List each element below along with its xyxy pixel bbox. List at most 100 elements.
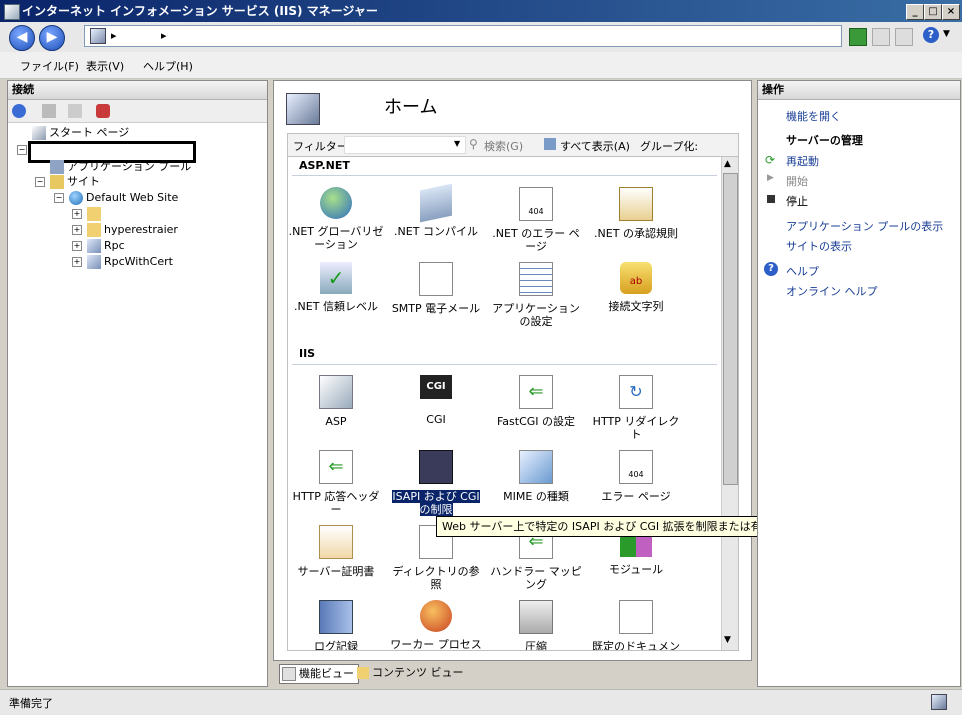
show-all-button[interactable]: すべて表示(A) bbox=[560, 138, 630, 154]
app-pool-icon bbox=[50, 160, 64, 174]
scroll-down-arrow[interactable]: ▼ bbox=[724, 635, 731, 645]
chevron-down-icon[interactable]: ▼ bbox=[943, 29, 950, 39]
scroll-up-arrow[interactable]: ▲ bbox=[724, 159, 731, 169]
connections-panel: 接続 スタート ページ − アプリケーション プール − サイト − Defau… bbox=[7, 80, 268, 687]
group-header-aspnet: ASP.NET bbox=[299, 159, 350, 172]
feature-fastcgi[interactable]: ⇐ FastCGI の設定 bbox=[488, 375, 584, 428]
address-segment-arrow[interactable]: ▸ bbox=[161, 29, 167, 42]
tree-rpc[interactable]: Rpc bbox=[87, 239, 125, 253]
worker-process-icon bbox=[420, 600, 452, 632]
lock-icon bbox=[619, 187, 653, 221]
tree-expander[interactable]: + bbox=[72, 225, 82, 235]
view-sites-link[interactable]: サイトの表示 bbox=[786, 238, 852, 254]
feature-asp[interactable]: ASP bbox=[288, 375, 384, 428]
page-title: ホーム bbox=[384, 97, 438, 118]
close-button[interactable]: × bbox=[942, 4, 960, 20]
feature-net-compilation[interactable]: .NET コンパイル bbox=[388, 183, 484, 238]
tree-start-page[interactable]: スタート ページ bbox=[32, 126, 129, 140]
address-bar[interactable]: ▸ ▸ bbox=[84, 25, 842, 47]
redirect-icon: ↻ bbox=[619, 375, 653, 409]
scroll-thumb[interactable] bbox=[723, 173, 738, 485]
feature-net-authorization[interactable]: .NET の承認規則 bbox=[588, 187, 684, 240]
tree-sites[interactable]: サイト bbox=[50, 175, 100, 189]
help-link[interactable]: ヘルプ bbox=[786, 263, 819, 279]
filter-input[interactable] bbox=[344, 136, 466, 154]
refresh-icon[interactable] bbox=[849, 28, 867, 46]
cgi-icon: CGI bbox=[420, 375, 452, 399]
application-icon bbox=[87, 239, 101, 253]
server-home-icon bbox=[286, 93, 320, 125]
tab-content-view[interactable]: コンテンツ ビュー bbox=[357, 664, 464, 682]
start-link: 開始 bbox=[786, 175, 808, 188]
compression-icon bbox=[519, 600, 553, 634]
help-icon[interactable]: ? bbox=[923, 27, 939, 43]
feature-net-globalization[interactable]: .NET グローバリゼーション bbox=[288, 187, 384, 251]
feature-isapi-cgi-restrictions[interactable]: ISAPI および CGI の制限 bbox=[388, 450, 484, 516]
actions-panel: 操作 機能を開く サーバーの管理 ⟳ 再起動 ▶ 開始 停止 アプリケーション … bbox=[757, 80, 961, 687]
tree-default-site[interactable]: Default Web Site bbox=[69, 191, 178, 205]
tree-child-folder[interactable] bbox=[87, 207, 104, 221]
tree-expander[interactable]: − bbox=[54, 193, 64, 203]
menu-file[interactable]: ファイル(F) bbox=[20, 58, 79, 74]
feature-http-response-headers[interactable]: ⇐ HTTP 応答ヘッダー bbox=[288, 450, 384, 516]
back-button[interactable]: ◀ bbox=[9, 25, 35, 51]
connect-icon[interactable] bbox=[12, 104, 26, 118]
tree-expander[interactable]: − bbox=[17, 145, 27, 155]
error-page-icon: 404 bbox=[619, 450, 653, 484]
feature-cgi[interactable]: CGI CGI bbox=[388, 375, 484, 426]
server-management-heading: サーバーの管理 bbox=[786, 134, 863, 147]
default-document-icon bbox=[619, 600, 653, 634]
tree-expander[interactable]: − bbox=[35, 177, 45, 187]
feature-connection-strings[interactable]: ab 接続文字列 bbox=[588, 262, 684, 313]
tree-hyperestraier[interactable]: hyperestraier bbox=[87, 223, 178, 237]
feature-worker-processes[interactable]: ワーカー プロセス bbox=[388, 600, 484, 650]
chevron-down-icon[interactable]: ▼ bbox=[454, 139, 460, 148]
menu-view[interactable]: 表示(V) bbox=[86, 58, 124, 74]
feature-mime-types[interactable]: MIME の種類 bbox=[488, 450, 584, 503]
stop-link[interactable]: 停止 bbox=[786, 193, 808, 209]
tree-app-pools[interactable]: アプリケーション プール bbox=[50, 160, 191, 174]
feature-net-trust-levels[interactable]: ✓ .NET 信頼レベル bbox=[288, 262, 384, 313]
status-bar: 準備完了 bbox=[0, 689, 962, 715]
view-app-pools-link[interactable]: アプリケーション プールの表示 bbox=[786, 218, 943, 234]
minimize-button[interactable]: _ bbox=[906, 4, 924, 20]
response-headers-icon: ⇐ bbox=[319, 450, 353, 484]
feature-logging[interactable]: ログ記録 bbox=[288, 600, 384, 650]
search-button[interactable]: 検索(G) bbox=[484, 138, 523, 154]
filter-label: フィルター: bbox=[293, 140, 352, 153]
title-bar: インターネット インフォメーション サービス (IIS) マネージャー _ □ … bbox=[0, 0, 962, 22]
tree-expander[interactable]: + bbox=[72, 209, 82, 219]
menu-help[interactable]: ヘルプ(H) bbox=[143, 58, 193, 74]
feature-smtp-email[interactable]: SMTP 電子メール bbox=[388, 262, 484, 315]
email-icon bbox=[419, 262, 453, 296]
group-by-label[interactable]: グループ化: bbox=[640, 138, 698, 154]
maximize-button[interactable]: □ bbox=[924, 4, 942, 20]
server-icon bbox=[90, 28, 106, 44]
features-view-icon bbox=[282, 667, 296, 681]
feature-server-certificates[interactable]: サーバー証明書 bbox=[288, 525, 384, 578]
forward-button[interactable]: ▶ bbox=[39, 25, 65, 51]
application-icon bbox=[87, 255, 101, 269]
feature-error-pages[interactable]: 404 エラー ページ bbox=[588, 450, 684, 503]
navigation-bar: ◀ ▶ ▸ ▸ ? ▼ bbox=[0, 22, 962, 52]
tab-features-view[interactable]: 機能ビュー bbox=[279, 664, 359, 684]
feature-default-document[interactable]: 既定のドキュメント bbox=[588, 600, 684, 650]
online-help-link[interactable]: オンライン ヘルプ bbox=[786, 283, 878, 299]
open-feature-link[interactable]: 機能を開く bbox=[786, 108, 841, 124]
feature-http-redirect[interactable]: ↻ HTTP リダイレクト bbox=[588, 375, 684, 441]
help-icon: ? bbox=[764, 262, 778, 276]
feature-app-settings[interactable]: アプリケーションの設定 bbox=[488, 262, 584, 328]
tree-expander[interactable]: + bbox=[72, 241, 82, 251]
restart-link[interactable]: 再起動 bbox=[786, 153, 819, 169]
tree-rpcwithcert[interactable]: RpcWithCert bbox=[87, 255, 173, 269]
tree-expander[interactable]: + bbox=[72, 257, 82, 267]
window-title: インターネット インフォメーション サービス (IIS) マネージャー bbox=[22, 4, 378, 18]
isapi-restriction-icon bbox=[419, 450, 453, 484]
disconnect-icon[interactable] bbox=[96, 104, 110, 118]
feature-net-error-pages[interactable]: 404 .NET のエラー ページ bbox=[488, 187, 584, 253]
address-segment-arrow[interactable]: ▸ bbox=[111, 29, 117, 42]
feature-compression[interactable]: 圧縮 bbox=[488, 600, 584, 650]
vertical-scrollbar[interactable]: ▲ ▼ bbox=[721, 157, 738, 650]
group-divider bbox=[292, 364, 717, 365]
mime-icon bbox=[519, 450, 553, 484]
